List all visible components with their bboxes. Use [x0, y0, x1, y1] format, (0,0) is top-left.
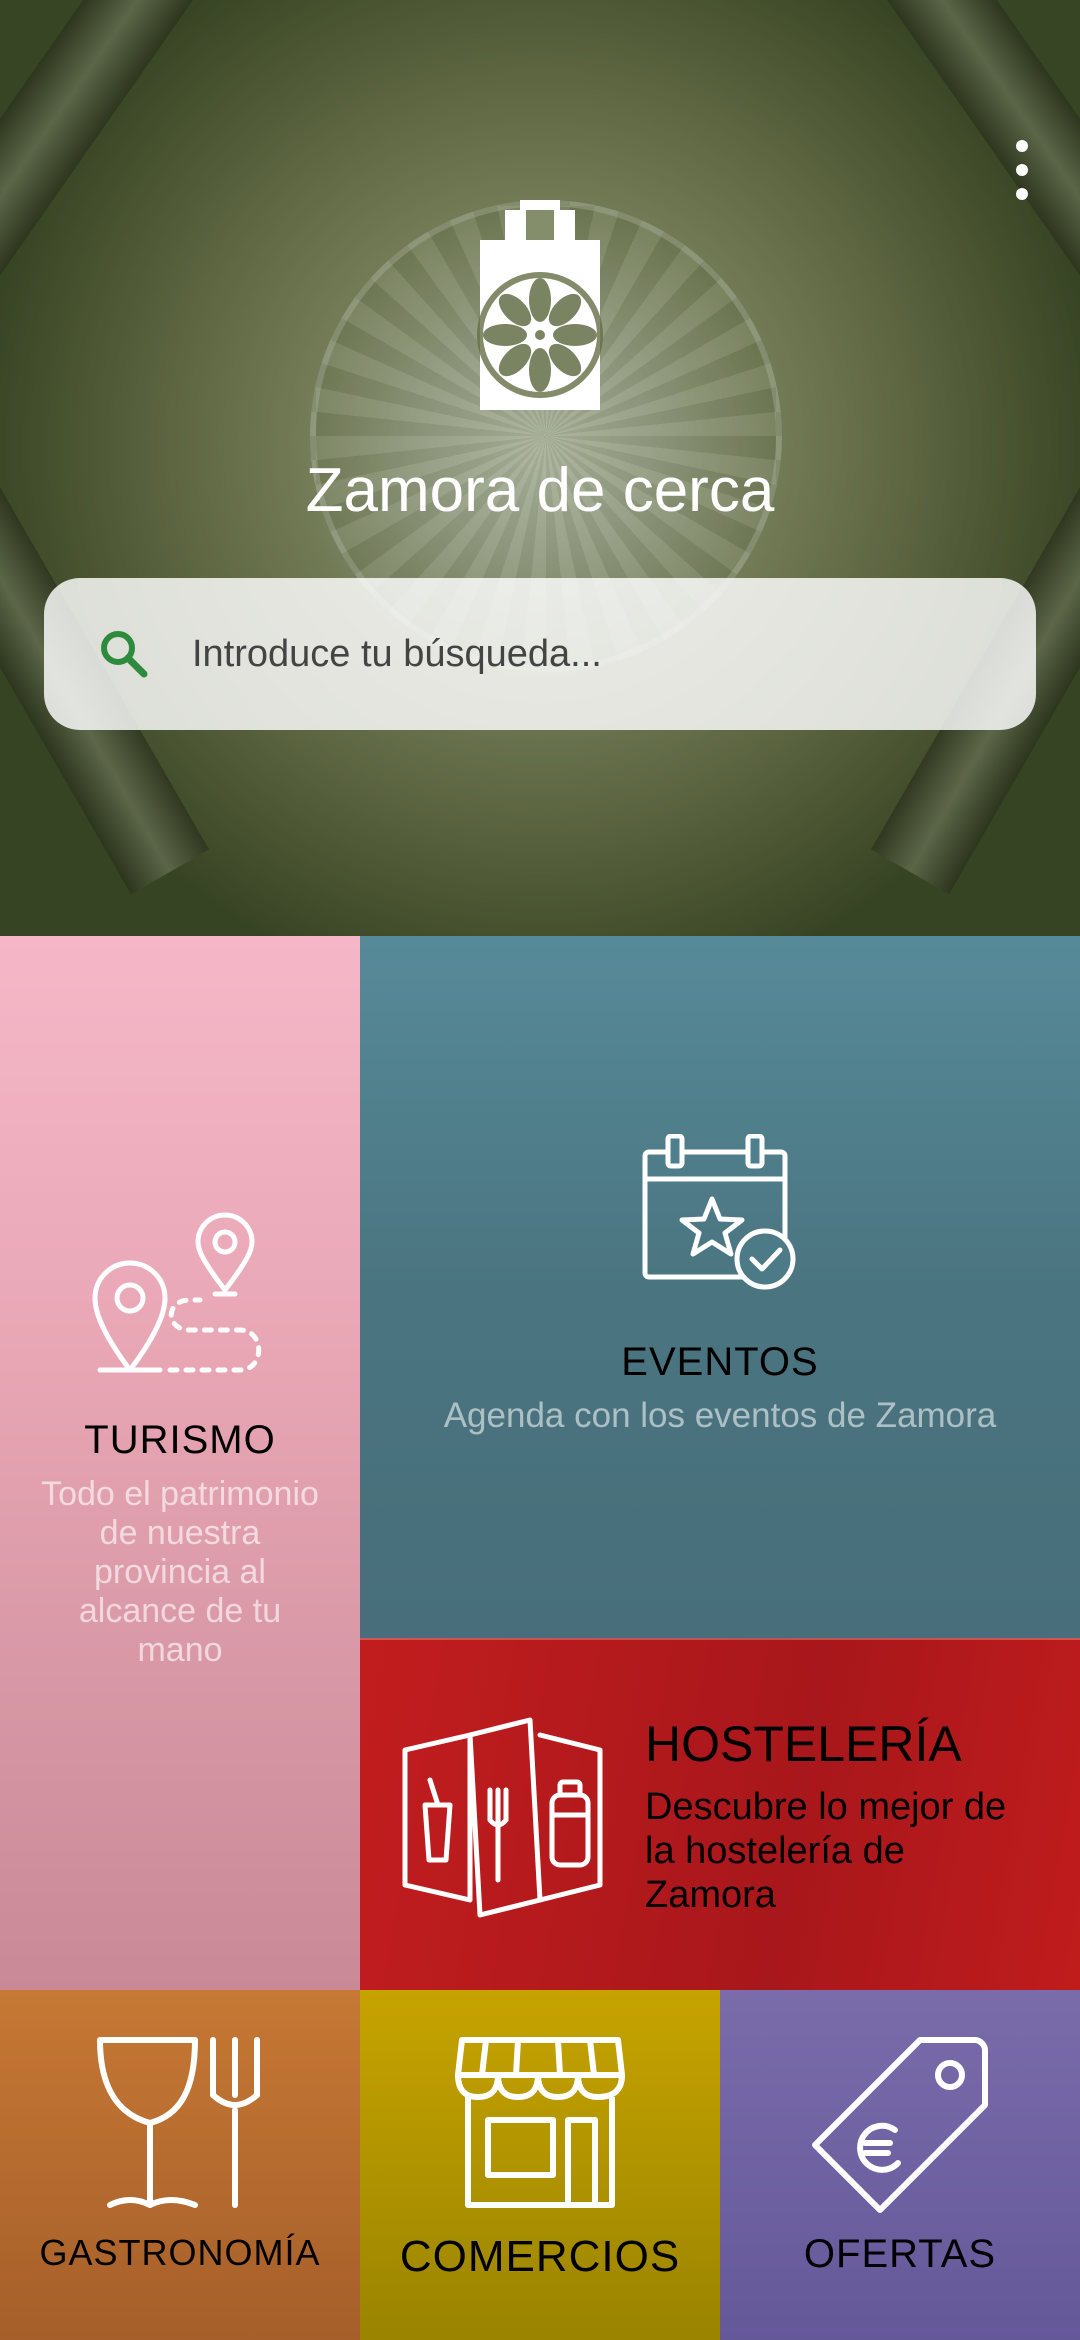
hero-header: Zamora de cerca: [0, 0, 1080, 936]
gastronomia-label: GASTRONOMÍA: [39, 2232, 321, 2273]
turismo-description: Todo el patrimonio de nuestra provincia …: [41, 1475, 319, 1669]
search-bar[interactable]: [44, 578, 1036, 730]
comercios-label: COMERCIOS: [399, 2232, 681, 2281]
storefront-icon: [455, 2037, 625, 2208]
more-vert-icon[interactable]: [1002, 140, 1042, 200]
rose-window-logo: [477, 200, 603, 410]
search-icon: [101, 631, 148, 678]
glass-fork-icon: [97, 2037, 260, 2208]
route-pins-icon: [92, 1212, 262, 1373]
search-input[interactable]: [190, 631, 994, 677]
tile-turismo[interactable]: [0, 936, 360, 1990]
app-title: Zamora de cerca: [305, 456, 775, 525]
eventos-description: Agenda con los eventos de Zamora: [443, 1396, 997, 1435]
ofertas-label: OFERTAS: [803, 2232, 997, 2276]
eventos-title: EVENTOS: [621, 1340, 819, 1384]
turismo-title: TURISMO: [84, 1418, 276, 1462]
hosteleria-title: HOSTELERÍA: [645, 1716, 962, 1772]
calendar-star-icon: [642, 1134, 796, 1290]
hosteleria-description: Descubre lo mejor de la hostelería de Za…: [645, 1786, 1007, 1916]
price-tag-euro-icon: [812, 2037, 988, 2213]
menu-folder-icon: [402, 1717, 603, 1918]
